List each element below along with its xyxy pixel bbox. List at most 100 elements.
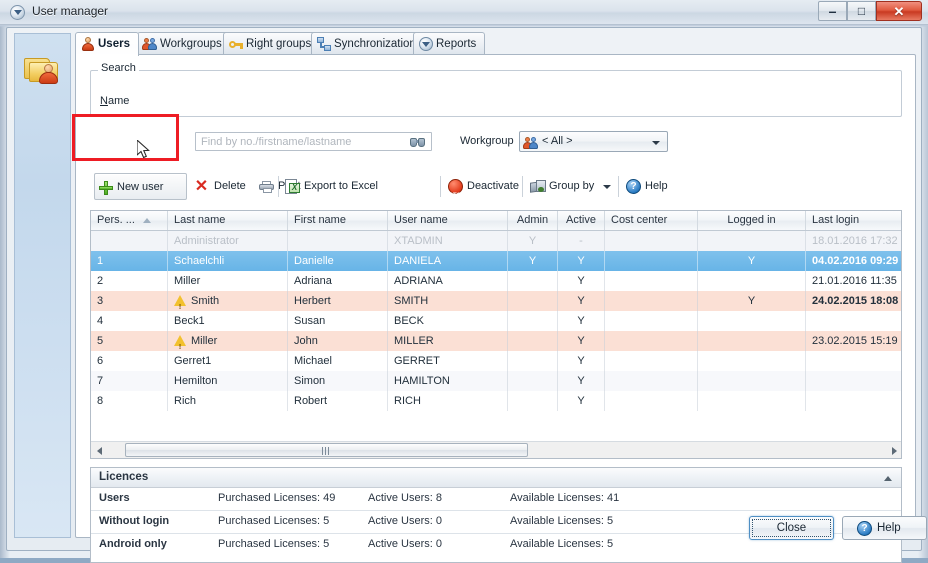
cell-user: XTADMIN bbox=[388, 231, 508, 251]
help-circle-icon: ? bbox=[626, 179, 641, 194]
cell-admin bbox=[508, 311, 558, 331]
column-header-active[interactable]: Active bbox=[558, 211, 605, 230]
tab-users[interactable]: Users bbox=[75, 32, 139, 56]
cell-pers: 6 bbox=[91, 351, 168, 371]
users-group-icon bbox=[524, 136, 538, 149]
group-by-button[interactable]: Group by bbox=[527, 173, 601, 200]
table-row[interactable]: AdministratorXTADMINY-18.01.2016 17:32 bbox=[91, 231, 902, 251]
cell-user: DANIELA bbox=[388, 251, 508, 271]
column-label: Last name bbox=[174, 214, 225, 226]
cell-cost bbox=[605, 271, 698, 291]
cell-user: GERRET bbox=[388, 351, 508, 371]
licence-active: Active Users: 8 bbox=[368, 492, 442, 504]
table-row[interactable]: 5MillerJohnMILLERY23.02.2015 15:19 bbox=[91, 331, 902, 351]
column-header-personnel-no[interactable]: Pers. ... bbox=[91, 211, 168, 230]
column-label: User name bbox=[394, 214, 448, 226]
table-row[interactable]: 7HemiltonSimonHAMILTONY bbox=[91, 371, 902, 391]
scroll-left-button[interactable] bbox=[92, 442, 108, 458]
column-label: Last login bbox=[812, 214, 859, 226]
delete-button[interactable]: ✕ Delete bbox=[192, 173, 254, 200]
users-group-icon bbox=[143, 37, 157, 51]
column-header-user-name[interactable]: User name bbox=[388, 211, 508, 230]
column-header-first-name[interactable]: First name bbox=[288, 211, 388, 230]
minimize-glyph: – bbox=[819, 6, 846, 16]
search-input[interactable] bbox=[199, 134, 404, 149]
horizontal-scroll-thumb[interactable] bbox=[125, 443, 529, 457]
cell-last: Miller bbox=[168, 271, 288, 291]
key-icon bbox=[229, 37, 243, 51]
export-to-excel-label: Export to Excel bbox=[304, 180, 378, 192]
table-row[interactable]: 1SchaelchliDanielleDANIELAYYY04.02.2016 … bbox=[91, 251, 902, 271]
chevron-circle-icon bbox=[10, 5, 25, 20]
workgroup-label: Workgroup bbox=[460, 135, 514, 147]
cell-login: 24.02.2015 18:08 bbox=[806, 291, 902, 311]
minimize-button[interactable]: – bbox=[818, 1, 847, 21]
tab-right-groups[interactable]: Right groups bbox=[223, 32, 320, 55]
action-toolbar: New user ✕ Delete Print X Export to Exce… bbox=[90, 173, 902, 203]
licence-available: Available Licenses: 41 bbox=[510, 492, 619, 504]
workgroup-select[interactable]: < All > bbox=[519, 131, 668, 152]
table-row[interactable]: 6Gerret1MichaelGERRETY bbox=[91, 351, 902, 371]
workgroup-selected-value: < All > bbox=[542, 135, 573, 147]
cell-active: Y bbox=[558, 311, 605, 331]
table-row[interactable]: 8RichRobertRICHY bbox=[91, 391, 902, 411]
binoculars-icon[interactable] bbox=[410, 137, 426, 148]
cell-login bbox=[806, 391, 902, 411]
users-table[interactable]: Pers. ... Last name First name User name… bbox=[90, 210, 902, 459]
licence-name: Users bbox=[99, 492, 130, 504]
cell-user: ADRIANA bbox=[388, 271, 508, 291]
cell-first: John bbox=[288, 331, 388, 351]
cell-logged bbox=[698, 371, 806, 391]
report-circle-icon bbox=[419, 37, 433, 51]
column-header-last-login[interactable]: Last login bbox=[806, 211, 902, 230]
column-header-logged-in[interactable]: Logged in bbox=[698, 211, 806, 230]
tab-workgroups[interactable]: Workgroups bbox=[137, 32, 231, 55]
column-header-admin[interactable]: Admin bbox=[508, 211, 558, 230]
cell-active: Y bbox=[558, 331, 605, 351]
column-header-cost-center[interactable]: Cost center bbox=[605, 211, 698, 230]
licences-header[interactable]: Licences bbox=[91, 468, 901, 488]
cell-first: Simon bbox=[288, 371, 388, 391]
horizontal-scrollbar[interactable] bbox=[91, 441, 902, 458]
sidebar-panel bbox=[14, 33, 71, 538]
new-user-button[interactable]: New user bbox=[94, 173, 187, 200]
cell-last: Gerret1 bbox=[168, 351, 288, 371]
table-row[interactable]: 3SmithHerbertSMITHYY24.02.2015 18:08 bbox=[91, 291, 902, 311]
stop-sign-icon: STOP bbox=[448, 179, 463, 194]
table-row[interactable]: 4Beck1SusanBECKY bbox=[91, 311, 902, 331]
cell-user: HAMILTON bbox=[388, 371, 508, 391]
cell-active: Y bbox=[558, 351, 605, 371]
cell-login: 04.02.2016 09:29 bbox=[806, 251, 902, 271]
table-row[interactable]: 2MillerAdrianaADRIANAY21.01.2016 11:35 bbox=[91, 271, 902, 291]
cell-logged bbox=[698, 351, 806, 371]
maximize-button[interactable]: □ bbox=[847, 1, 876, 21]
scroll-right-button[interactable] bbox=[886, 442, 902, 458]
search-input-wrapper[interactable] bbox=[195, 132, 432, 151]
chevron-up-icon[interactable] bbox=[884, 476, 892, 481]
column-label: Cost center bbox=[611, 214, 667, 226]
close-window-button[interactable]: ✕ bbox=[876, 1, 922, 21]
help-button[interactable]: ? Help bbox=[842, 516, 927, 540]
user-icon bbox=[81, 37, 95, 51]
group-by-dropdown-arrow[interactable] bbox=[603, 185, 611, 189]
tab-bar: Users Workgroups Right groups Synchroniz… bbox=[75, 32, 915, 55]
tab-reports[interactable]: Reports bbox=[413, 32, 485, 55]
cell-first: Adriana bbox=[288, 271, 388, 291]
printer-icon bbox=[259, 181, 274, 193]
tab-synchronization[interactable]: Synchronization bbox=[311, 32, 425, 55]
help-toolbar-label: Help bbox=[645, 180, 668, 192]
cell-admin bbox=[508, 291, 558, 311]
help-toolbar-button[interactable]: ? Help bbox=[623, 173, 679, 200]
application-window: User manager – □ ✕ Users bbox=[0, 0, 928, 558]
cell-first: Robert bbox=[288, 391, 388, 411]
cell-logged bbox=[698, 311, 806, 331]
column-header-last-name[interactable]: Last name bbox=[168, 211, 288, 230]
deactivate-button[interactable]: STOP Deactivate bbox=[445, 173, 532, 200]
new-user-label: New user bbox=[117, 181, 163, 193]
search-groupbox bbox=[90, 70, 902, 117]
cell-last: Beck1 bbox=[168, 311, 288, 331]
tab-workgroups-label: Workgroups bbox=[160, 38, 222, 50]
cell-cost bbox=[605, 351, 698, 371]
export-to-excel-button[interactable]: X Export to Excel bbox=[282, 173, 389, 200]
close-button[interactable]: Close bbox=[749, 516, 834, 540]
